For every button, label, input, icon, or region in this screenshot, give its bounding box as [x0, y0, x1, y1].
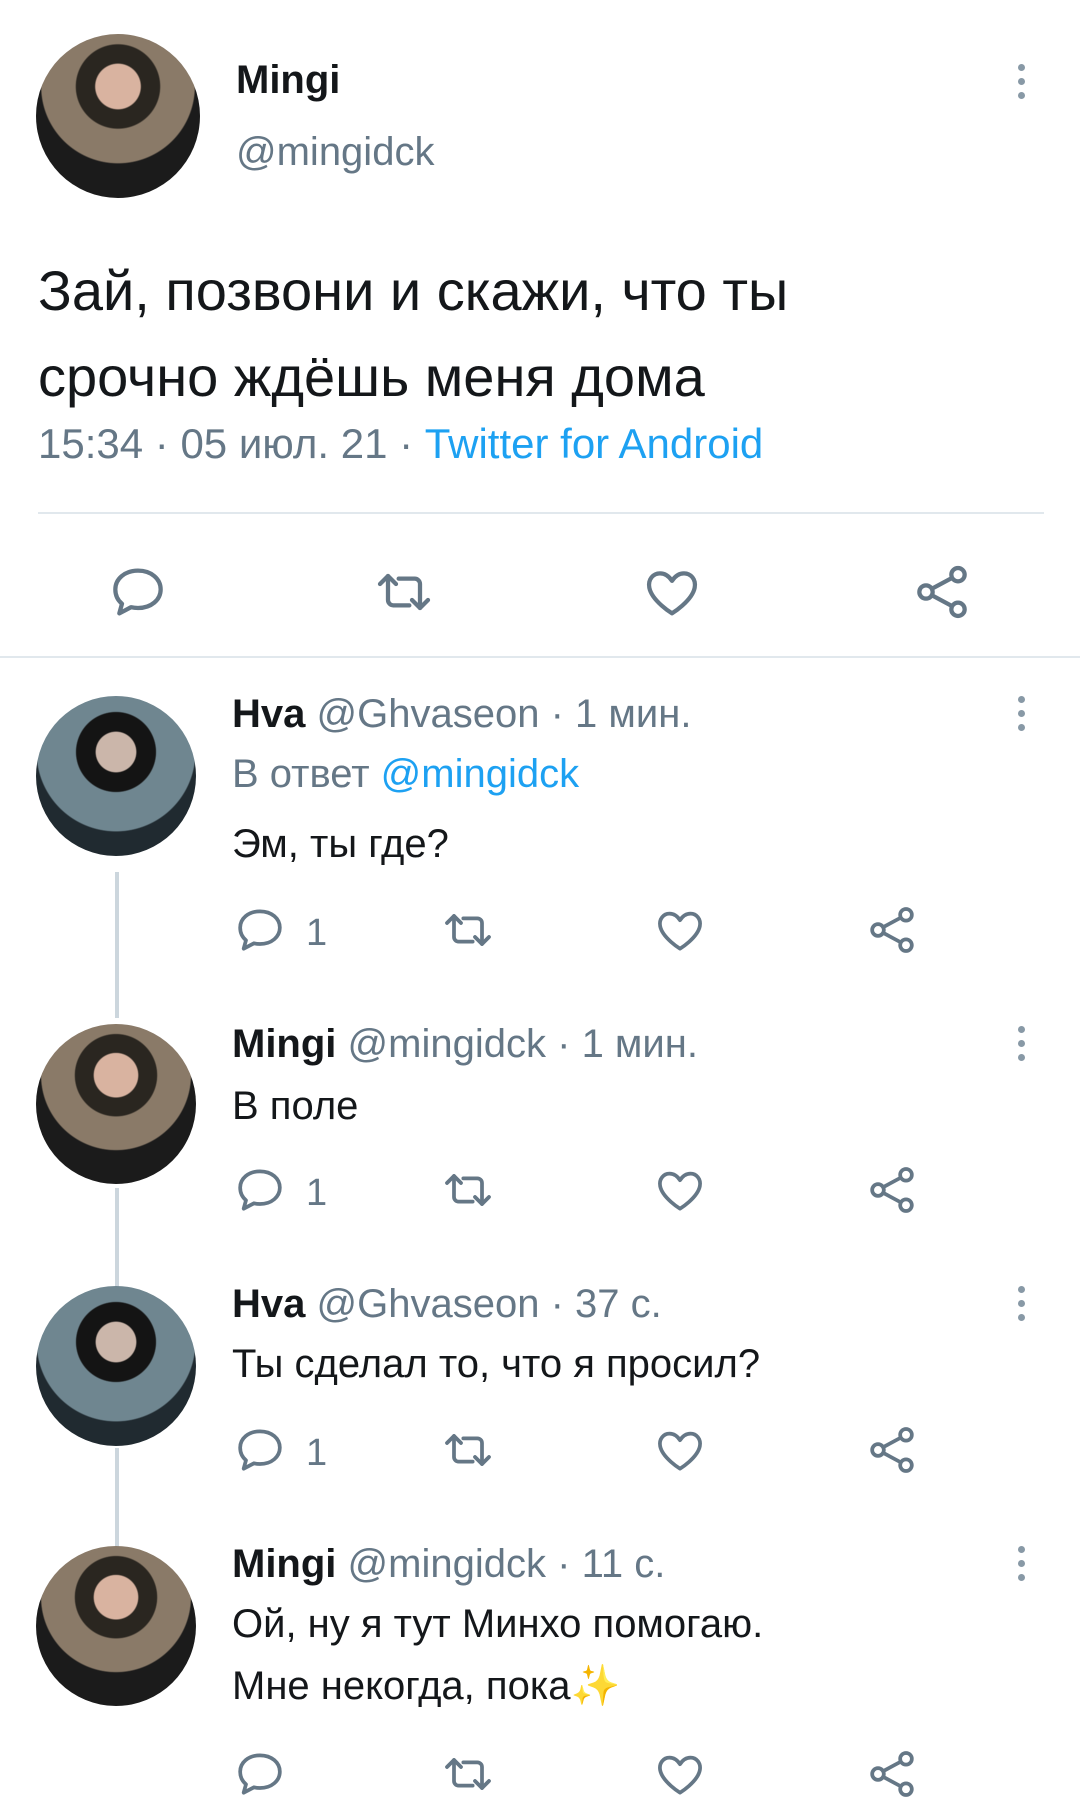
divider [0, 656, 1080, 658]
main-author-name[interactable]: Mingi [236, 58, 340, 103]
reply-count: 1 [306, 912, 328, 954]
thread-line [115, 1188, 119, 1290]
share-icon[interactable] [864, 1162, 920, 1218]
main-tweet-line-1: Зай, позвони и скажи, что ты [38, 259, 789, 322]
reply-author-name[interactable]: Hva [232, 1282, 305, 1326]
reply-icon[interactable] [232, 1422, 288, 1478]
reply-author-handle[interactable]: @Ghvaseon [317, 1282, 540, 1326]
more-icon[interactable] [1012, 1286, 1030, 1321]
retweet-icon[interactable] [372, 560, 436, 624]
more-icon[interactable] [1012, 1026, 1030, 1061]
reply-author-handle[interactable]: @mingidck [348, 1542, 546, 1586]
reply-author-handle[interactable]: @mingidck [348, 1022, 546, 1066]
reply-icon[interactable] [232, 902, 288, 958]
reply-time: 11 с. [581, 1542, 666, 1586]
like-icon[interactable] [652, 1422, 708, 1478]
retweet-icon[interactable] [440, 1162, 496, 1218]
reply-time: 1 мин. [581, 1022, 698, 1066]
avatar-hva[interactable] [36, 696, 196, 856]
share-icon[interactable] [864, 902, 920, 958]
avatar-mingi[interactable] [36, 34, 200, 198]
tweet-source-link[interactable]: Twitter for Android [425, 420, 763, 467]
main-tweet: Mingi @mingidck Зай, позвони и скажи, чт… [0, 0, 1080, 660]
retweet-icon[interactable] [440, 1746, 496, 1802]
tweet-time: 15:34 [38, 420, 144, 467]
like-icon[interactable] [652, 1746, 708, 1802]
thread-line [115, 872, 119, 1018]
thread-line [115, 1448, 119, 1548]
more-icon[interactable] [1012, 64, 1030, 99]
reply-header: Mingi @mingidck · 1 мин. [232, 1022, 698, 1066]
separator [38, 512, 1044, 514]
share-icon[interactable] [910, 560, 974, 624]
like-icon[interactable] [652, 1162, 708, 1218]
main-tweet-line-2: срочно ждёшь меня дома [38, 345, 705, 408]
reply-author-name[interactable]: Mingi [232, 1022, 336, 1066]
reply-count: 1 [306, 1172, 328, 1214]
main-tweet-meta: 15:34 · 05 июл. 21 · Twitter for Android [38, 420, 764, 467]
reply-time: 37 с. [575, 1282, 662, 1326]
reply-author-handle[interactable]: @Ghvaseon [317, 692, 540, 736]
like-icon[interactable] [652, 902, 708, 958]
reply-header: Mingi @mingidck · 11 с. [232, 1542, 666, 1586]
reply-to-line: В ответ @mingidck [232, 752, 580, 796]
reply-text: В поле [232, 1084, 359, 1128]
reply-icon[interactable] [232, 1746, 288, 1802]
reply-text: Ты сделал то, что я просил? [232, 1342, 761, 1386]
reply-text: Эм, ты где? [232, 822, 449, 866]
retweet-icon[interactable] [440, 902, 496, 958]
reply-text-line-2: Мне некогда, пока✨ [232, 1664, 621, 1708]
share-icon[interactable] [864, 1746, 920, 1802]
reply-time: 1 мин. [575, 692, 692, 736]
more-icon[interactable] [1012, 696, 1030, 731]
reply-icon[interactable] [106, 560, 170, 624]
reply-header: Hva @Ghvaseon · 1 мин. [232, 692, 692, 736]
avatar-mingi[interactable] [36, 1024, 196, 1184]
reply-author-name[interactable]: Hva [232, 692, 305, 736]
sparkles-icon: ✨ [570, 1664, 621, 1708]
like-icon[interactable] [640, 560, 704, 624]
more-icon[interactable] [1012, 1546, 1030, 1581]
reply-to-mention[interactable]: @mingidck [381, 752, 579, 796]
share-icon[interactable] [864, 1422, 920, 1478]
retweet-icon[interactable] [440, 1422, 496, 1478]
avatar-hva[interactable] [36, 1286, 196, 1446]
avatar-mingi[interactable] [36, 1546, 196, 1706]
reply-icon[interactable] [232, 1162, 288, 1218]
reply-author-name[interactable]: Mingi [232, 1542, 336, 1586]
reply-text-line-1: Ой, ну я тут Минхо помогаю. [232, 1602, 764, 1646]
main-author-handle[interactable]: @mingidck [236, 130, 434, 175]
main-tweet-text: Зай, позвони и скажи, что ты срочно ждёш… [38, 248, 1038, 420]
reply-header: Hva @Ghvaseon · 37 с. [232, 1282, 662, 1326]
reply-count: 1 [306, 1432, 328, 1474]
tweet-date: 05 июл. 21 [180, 420, 388, 467]
